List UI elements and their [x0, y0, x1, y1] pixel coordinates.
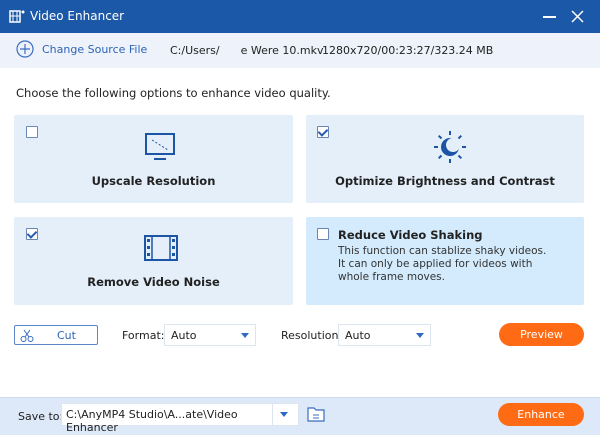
save-to-label: Save to: [18, 410, 64, 423]
footer-bar: Save to: C:\AnyMP4 Studio\A...ate\Video … [0, 397, 600, 435]
brightness-icon [434, 131, 466, 163]
option-reduce-shaking[interactable]: Reduce Video Shaking This function can s… [306, 217, 584, 305]
source-info: 1280x720/00:23:27/323.24 MB [322, 44, 494, 57]
upscale-checkbox[interactable] [26, 126, 38, 138]
brightness-checkbox[interactable] [317, 126, 329, 138]
cut-label: Cut [57, 329, 76, 342]
cut-button[interactable]: Cut [14, 325, 98, 345]
close-button[interactable] [571, 10, 584, 23]
noise-checkbox[interactable] [26, 228, 38, 240]
window-title: Video Enhancer [30, 9, 125, 23]
change-source-button[interactable]: Change Source File [16, 40, 147, 58]
save-path-value: C:\AnyMP4 Studio\A...ate\Video Enhancer [66, 408, 238, 434]
enhance-button[interactable]: Enhance [498, 403, 584, 426]
option-label: Optimize Brightness and Contrast [335, 174, 555, 188]
chevron-down-icon [241, 333, 249, 338]
format-value: Auto [171, 329, 197, 342]
shaking-checkbox[interactable] [317, 228, 329, 240]
folder-icon[interactable] [307, 406, 325, 422]
monitor-icon [145, 133, 175, 160]
option-description: This function can stablize shaky videos.… [338, 245, 547, 283]
resolution-select[interactable]: Auto [338, 324, 431, 346]
option-label: Upscale Resolution [91, 174, 216, 188]
option-optimize-brightness[interactable]: Optimize Brightness and Contrast [306, 115, 584, 203]
scissors-icon [20, 329, 34, 342]
divider [272, 404, 273, 425]
format-select[interactable]: Auto [164, 324, 256, 346]
save-path-select[interactable]: C:\AnyMP4 Studio\A...ate\Video Enhancer [61, 403, 299, 434]
source-bar: Change Source File C:/Users/ e Were 10.m… [0, 33, 600, 68]
option-remove-noise[interactable]: Remove Video Noise [14, 217, 293, 305]
film-icon [144, 235, 178, 261]
app-logo-icon [9, 10, 25, 23]
change-source-label: Change Source File [42, 42, 148, 56]
minimize-button[interactable] [543, 16, 556, 18]
plus-circle-icon [16, 40, 34, 58]
resolution-value: Auto [345, 329, 371, 342]
format-label: Format: [122, 329, 165, 342]
resolution-label: Resolution: [281, 329, 343, 342]
option-label: Reduce Video Shaking [338, 228, 483, 242]
chevron-down-icon[interactable] [280, 412, 288, 417]
chevron-down-icon [416, 333, 424, 338]
option-upscale-resolution[interactable]: Upscale Resolution [14, 115, 293, 203]
preview-button[interactable]: Preview [499, 323, 584, 346]
instruction-text: Choose the following options to enhance … [16, 86, 331, 100]
title-bar: Video Enhancer [0, 0, 600, 33]
source-path: C:/Users/ e Were 10.mkv [170, 44, 324, 57]
option-label: Remove Video Noise [87, 275, 220, 289]
